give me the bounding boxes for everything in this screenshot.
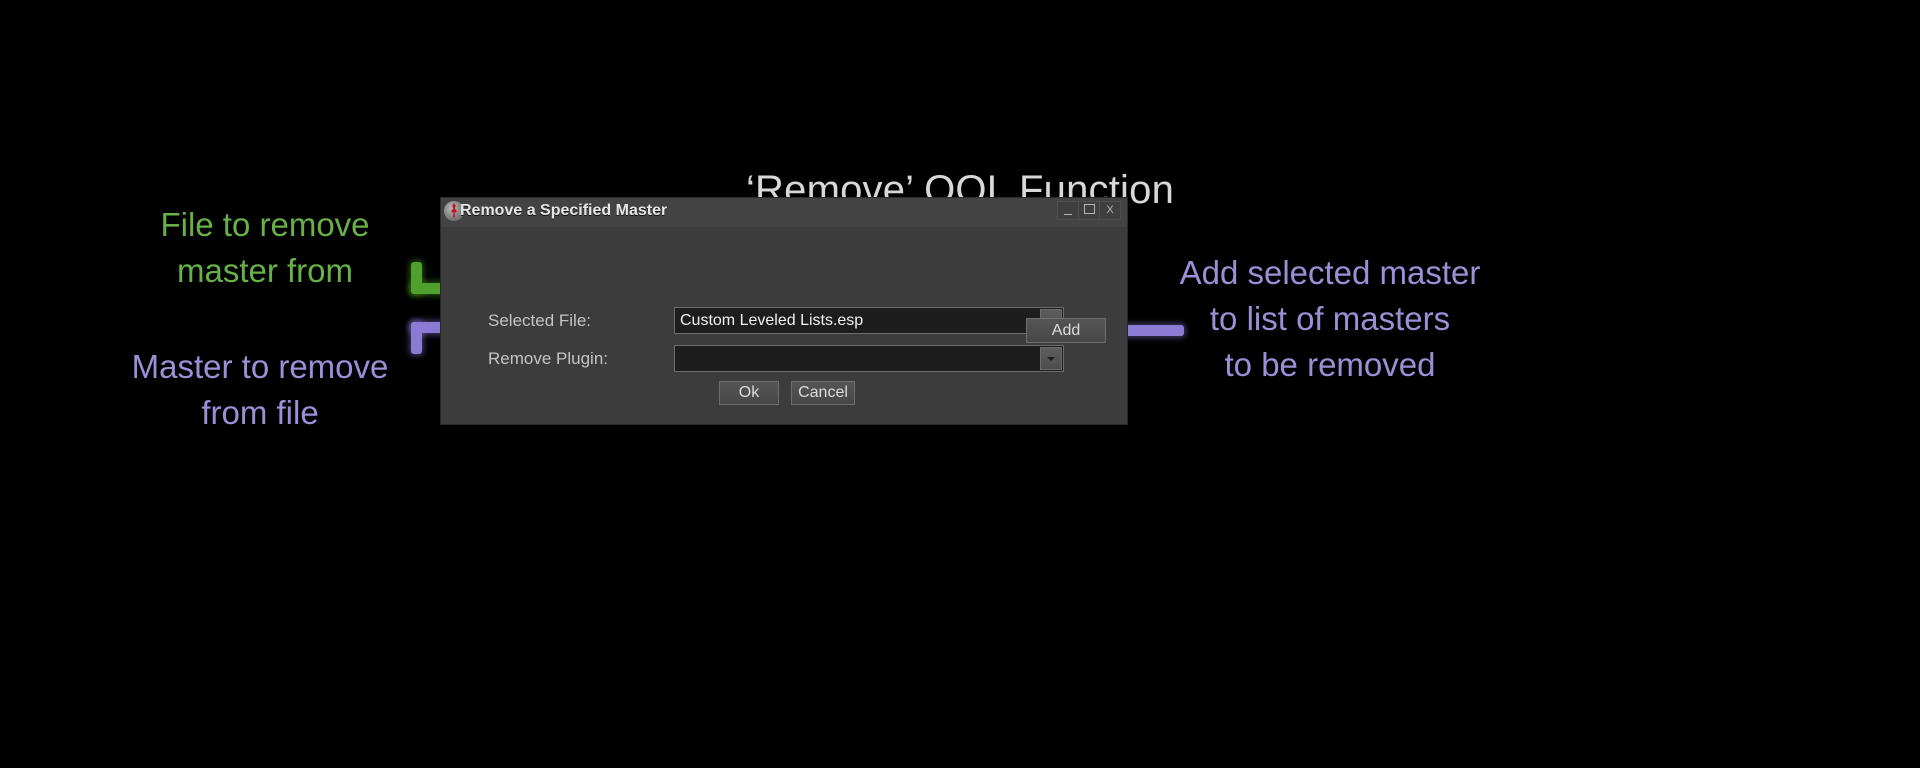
remove-plugin-combobox[interactable] [674, 345, 1064, 372]
selected-file-label: Selected File: [488, 310, 591, 330]
chevron-down-icon[interactable] [1040, 347, 1062, 370]
connector-purple-right-horizontal [1118, 325, 1184, 336]
cancel-button[interactable]: Cancel [791, 381, 855, 405]
remove-specified-master-dialog: Remove a Specified Master X Selected Fil… [441, 198, 1127, 424]
remove-plugin-label: Remove Plugin: [488, 348, 609, 368]
close-button[interactable]: X [1099, 201, 1121, 220]
ok-button[interactable]: Ok [719, 381, 779, 405]
remove-plugin-row: Remove Plugin: [488, 345, 1064, 372]
maximize-button[interactable] [1078, 201, 1100, 220]
add-button[interactable]: Add [1026, 318, 1106, 343]
dialog-titlebar[interactable]: Remove a Specified Master X [441, 198, 1127, 227]
dialog-title: Remove a Specified Master [460, 202, 668, 219]
dialog-body: Selected File: Custom Leveled Lists.esp … [441, 227, 1127, 424]
selected-file-row: Selected File: Custom Leveled Lists.esp [488, 307, 1064, 334]
selected-file-value[interactable]: Custom Leveled Lists.esp [675, 312, 863, 330]
selected-file-combobox[interactable]: Custom Leveled Lists.esp [674, 307, 1064, 334]
annotation-add-selected-master: Add selected master to list of masters t… [1179, 254, 1481, 383]
annotation-file-to-remove-master-from: File to remove master from [160, 206, 370, 289]
minimize-button[interactable] [1057, 201, 1079, 220]
annotation-master-to-remove-from-file: Master to remove from file [131, 348, 389, 431]
window-controls: X [1057, 201, 1121, 220]
